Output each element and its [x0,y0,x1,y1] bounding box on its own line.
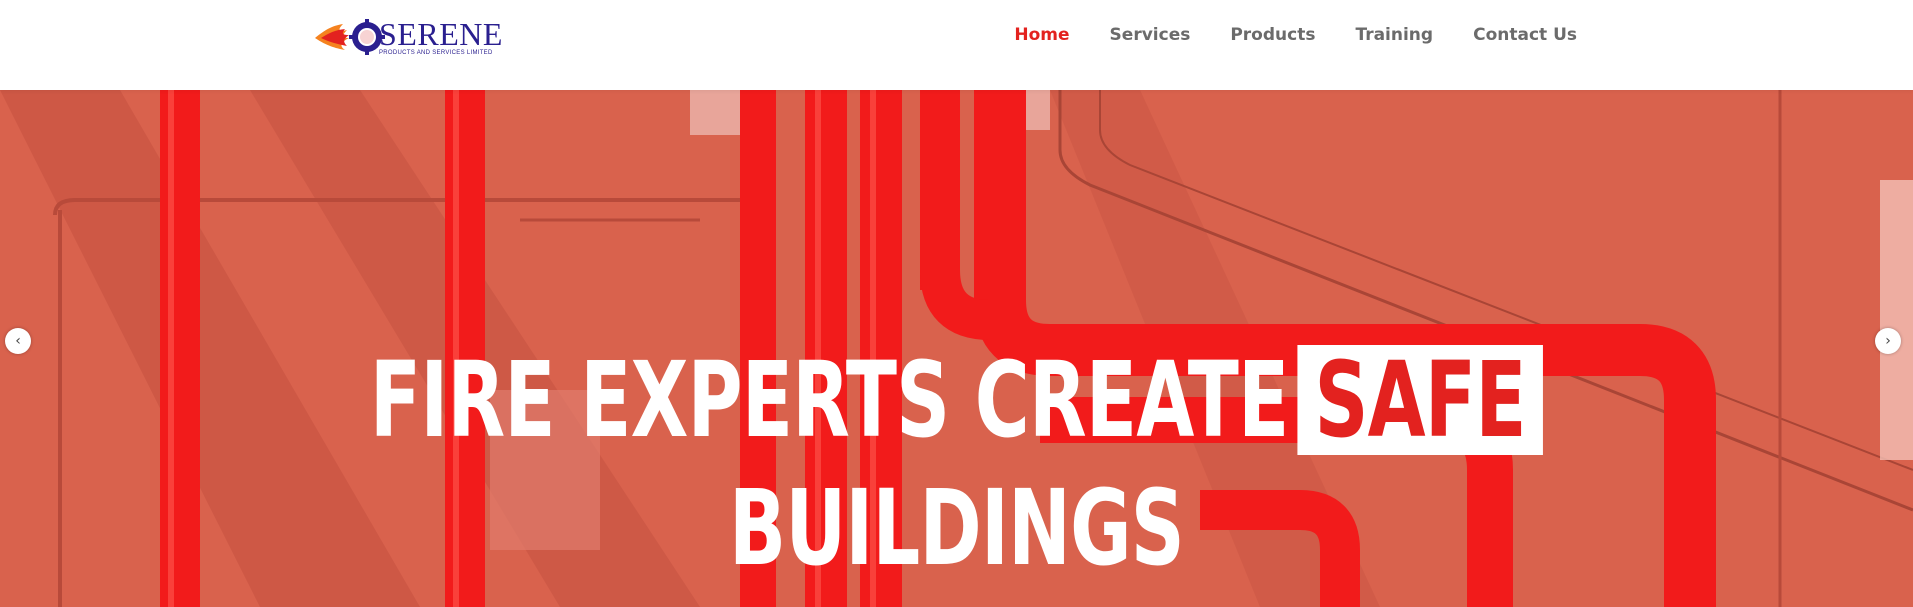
brand-tagline: PRODUCTS AND SERVICES LIMITED [379,49,493,56]
slider-next-button[interactable]: › [1875,328,1901,354]
site-header: SERENE PRODUCTS AND SERVICES LIMITED Hom… [0,0,1913,90]
nav-item-services[interactable]: Services [1110,25,1191,45]
hero-slider: FIRE EXPERTS CREATE SAFE BUILDINGS [0,90,1913,607]
hero-headline-line-1: FIRE EXPERTS CREATE SAFE [268,345,1645,455]
slider-prev-button[interactable]: ‹ [5,328,31,354]
hero-headline-text: FIRE EXPERTS CREATE [369,339,1289,461]
hero-headline-line-2: BUILDINGS [728,467,1185,589]
nav-item-contact-us[interactable]: Contact Us [1473,25,1577,45]
flame-gear-logo-icon [313,16,385,58]
brand-name: SERENE [379,15,503,52]
hero-headline-highlight: SAFE [1297,345,1544,455]
nav-item-products[interactable]: Products [1230,25,1315,45]
site-logo[interactable]: SERENE PRODUCTS AND SERVICES LIMITED [313,16,502,58]
nav-item-home[interactable]: Home [1014,25,1069,45]
main-nav: Home Services Products Training Contact … [974,0,1577,70]
chevron-left-icon: ‹ [15,333,21,349]
nav-item-training[interactable]: Training [1355,25,1433,45]
chevron-right-icon: › [1885,333,1891,349]
